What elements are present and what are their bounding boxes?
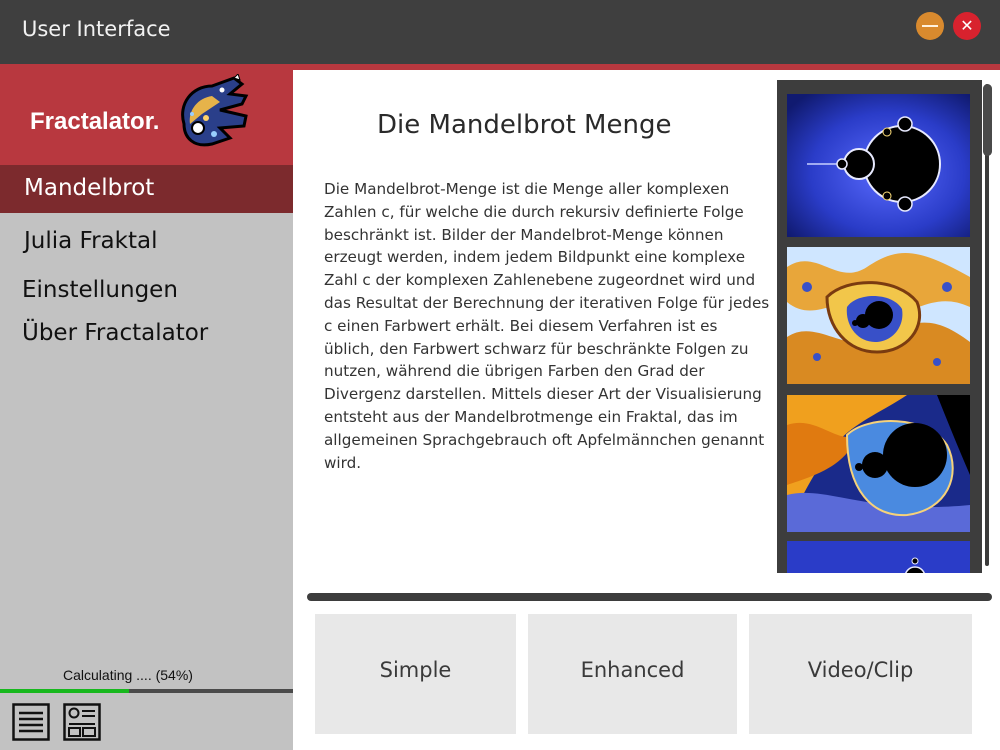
sidebar: Fractalator. Mandelbrot Julia Fraktal Ei… bbox=[0, 64, 293, 750]
status-text: Calculating .... (54%) bbox=[63, 667, 193, 683]
document-list-icon[interactable] bbox=[12, 703, 50, 741]
sidebar-item-label: Mandelbrot bbox=[24, 175, 155, 201]
title-bar: User Interface ✕ bbox=[0, 0, 1000, 64]
mandelbrot-gold-zoom-thumbnail[interactable] bbox=[787, 247, 970, 384]
close-icon[interactable]: ✕ bbox=[953, 12, 981, 40]
sidebar-item-julia[interactable]: Julia Fraktal bbox=[0, 218, 293, 266]
horizontal-scrollbar[interactable] bbox=[307, 593, 992, 601]
logo-area: Fractalator. bbox=[0, 64, 293, 165]
main-content: Die Mandelbrot Menge Die Mandelbrot-Meng… bbox=[294, 70, 1000, 750]
sidebar-item-label: Julia Fraktal bbox=[24, 228, 158, 254]
profile-card-icon[interactable] bbox=[63, 703, 101, 741]
scrollbar-track bbox=[985, 84, 989, 566]
description-text: Die Mandelbrot-Menge ist die Menge aller… bbox=[324, 180, 770, 472]
sidebar-item-label: Einstellungen bbox=[22, 277, 178, 303]
mandelbrot-deep-zoom-thumbnail[interactable] bbox=[787, 395, 970, 532]
sidebar-item-settings[interactable]: Einstellungen bbox=[0, 267, 293, 315]
crocodile-logo-icon bbox=[181, 74, 249, 147]
progress-fill bbox=[0, 689, 129, 693]
fractal-gallery[interactable] bbox=[777, 80, 982, 573]
scrollbar-thumb[interactable] bbox=[983, 84, 992, 156]
sidebar-item-about[interactable]: Über Fractalator bbox=[0, 310, 293, 358]
progress-bar bbox=[0, 689, 293, 693]
minimize-icon[interactable] bbox=[916, 12, 944, 40]
sidebar-item-mandelbrot[interactable]: Mandelbrot bbox=[0, 165, 293, 213]
gallery-scrollbar[interactable] bbox=[982, 82, 992, 568]
window-title: User Interface bbox=[22, 17, 171, 41]
video-clip-mode-button[interactable]: Video/Clip bbox=[749, 614, 972, 734]
enhanced-mode-button[interactable]: Enhanced bbox=[528, 614, 737, 734]
mandelbrot-blue-partial-thumbnail[interactable] bbox=[787, 541, 970, 573]
mandelbrot-blue-thumbnail[interactable] bbox=[787, 94, 970, 237]
logo-text: Fractalator. bbox=[30, 108, 160, 135]
sidebar-item-label: Über Fractalator bbox=[22, 320, 209, 346]
page-title: Die Mandelbrot Menge bbox=[377, 110, 672, 140]
simple-mode-button[interactable]: Simple bbox=[315, 614, 516, 734]
